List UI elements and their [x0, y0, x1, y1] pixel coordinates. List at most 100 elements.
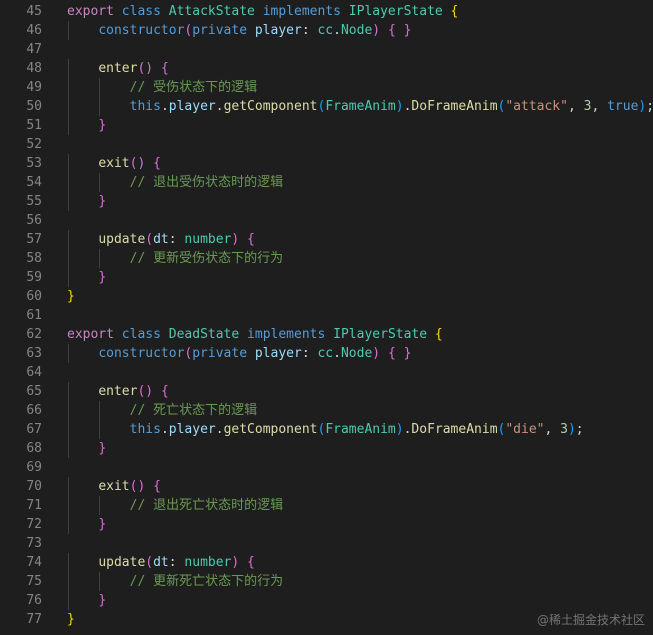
line-number: 57 [26, 232, 42, 247]
code-line[interactable]: 57 update(dt: number) { [0, 230, 653, 249]
code-line[interactable]: 53 exit() { [0, 154, 653, 173]
line-number: 68 [26, 441, 42, 456]
code-line[interactable]: 62 export class DeadState implements IPla… [0, 325, 653, 344]
code-token: number [184, 232, 232, 247]
code-text: enter() { [67, 59, 168, 78]
code-token: () [129, 156, 146, 171]
line-number: 59 [26, 270, 42, 285]
code-token: . [160, 422, 169, 437]
code-token: ( [145, 232, 154, 247]
code-token: FrameAnim [325, 422, 396, 437]
code-line[interactable]: 71 // 退出死亡状态时的逻辑 [0, 496, 653, 515]
code-line[interactable]: 70 exit() { [0, 477, 653, 496]
code-line[interactable]: 54 // 退出受伤状态时的逻辑 [0, 173, 653, 192]
code-line[interactable]: 47 [0, 40, 653, 59]
code-token: } [67, 612, 75, 627]
code-text: // 退出死亡状态时的逻辑 [67, 496, 283, 515]
code-line[interactable]: 64 [0, 363, 653, 382]
code-line[interactable]: 48 enter() { [0, 59, 653, 78]
line-number: 50 [26, 99, 42, 114]
code-token: } [98, 593, 107, 608]
code-line[interactable]: 61 [0, 306, 653, 325]
code-token: { [387, 346, 396, 361]
line-number: 53 [26, 156, 42, 171]
code-token: update [98, 555, 146, 570]
code-line[interactable]: 65 enter() { [0, 382, 653, 401]
code-token: // 退出死亡状态时的逻辑 [129, 498, 284, 513]
code-token: number [184, 555, 232, 570]
code-line[interactable]: 76 } [0, 591, 653, 610]
code-text: } [67, 515, 106, 534]
code-token: ; [575, 422, 584, 437]
line-number: 70 [26, 479, 42, 494]
code-line[interactable]: 56 [0, 211, 653, 230]
code-line[interactable]: 68 } [0, 439, 653, 458]
code-line[interactable]: 63 constructor(private player: cc.Node) … [0, 344, 653, 363]
code-text: this.player.getComponent(FrameAnim).DoFr… [67, 420, 584, 439]
code-line[interactable]: 49 // 受伤状态下的逻辑 [0, 78, 653, 97]
code-token: this [129, 99, 161, 114]
code-token: true [607, 99, 639, 114]
code-token: . [215, 422, 224, 437]
line-number: 56 [26, 213, 42, 228]
code-line[interactable]: 50 this.player.getComponent(FrameAnim).D… [0, 97, 653, 116]
code-token: { [387, 23, 396, 38]
code-line[interactable]: 52 [0, 135, 653, 154]
line-number: 66 [26, 403, 42, 418]
code-line[interactable]: 69 [0, 458, 653, 477]
code-token: exit [98, 479, 130, 494]
line-number: 49 [26, 80, 42, 95]
code-line[interactable]: 45 export class AttackState implements IP… [0, 2, 653, 21]
line-number: 46 [26, 23, 42, 38]
code-line[interactable]: 66 // 死亡状态下的逻辑 [0, 401, 653, 420]
code-editor[interactable]: 45 export class AttackState implements IP… [0, 2, 653, 629]
line-number: 51 [26, 118, 42, 133]
code-token: { [153, 156, 161, 171]
code-token: private [192, 346, 248, 361]
code-text: } [67, 116, 106, 135]
code-token: { [160, 384, 169, 399]
code-token: private [192, 23, 248, 38]
code-line[interactable]: 55 } [0, 192, 653, 211]
code-line[interactable]: 72 } [0, 515, 653, 534]
code-line[interactable]: 75 // 更新死亡状态下的行为 [0, 572, 653, 591]
code-token: player [254, 23, 302, 38]
code-token: ) [372, 23, 381, 38]
code-line[interactable]: 67 this.player.getComponent(FrameAnim).D… [0, 420, 653, 439]
code-token: DoFrameAnim [411, 99, 498, 114]
code-token: : [168, 232, 185, 247]
line-number: 62 [26, 327, 42, 342]
code-token: ; [646, 99, 653, 114]
code-token: cc [317, 23, 334, 38]
code-line[interactable]: 58 // 更新受伤状态下的行为 [0, 249, 653, 268]
code-token: // 死亡状态下的逻辑 [129, 403, 258, 418]
line-number: 72 [26, 517, 42, 532]
code-line[interactable]: 46 constructor(private player: cc.Node) … [0, 21, 653, 40]
code-line[interactable]: 73 [0, 534, 653, 553]
line-number: 55 [26, 194, 42, 209]
code-token: } [98, 517, 107, 532]
code-token: . [333, 346, 341, 361]
code-line[interactable]: 51 } [0, 116, 653, 135]
code-line[interactable]: 60} [0, 287, 653, 306]
code-line[interactable]: 74 update(dt: number) { [0, 553, 653, 572]
code-token: class [121, 4, 161, 19]
code-line[interactable]: 59 } [0, 268, 653, 287]
code-token: } [98, 441, 107, 456]
code-token: ) [395, 99, 404, 114]
line-number: 63 [26, 346, 42, 361]
